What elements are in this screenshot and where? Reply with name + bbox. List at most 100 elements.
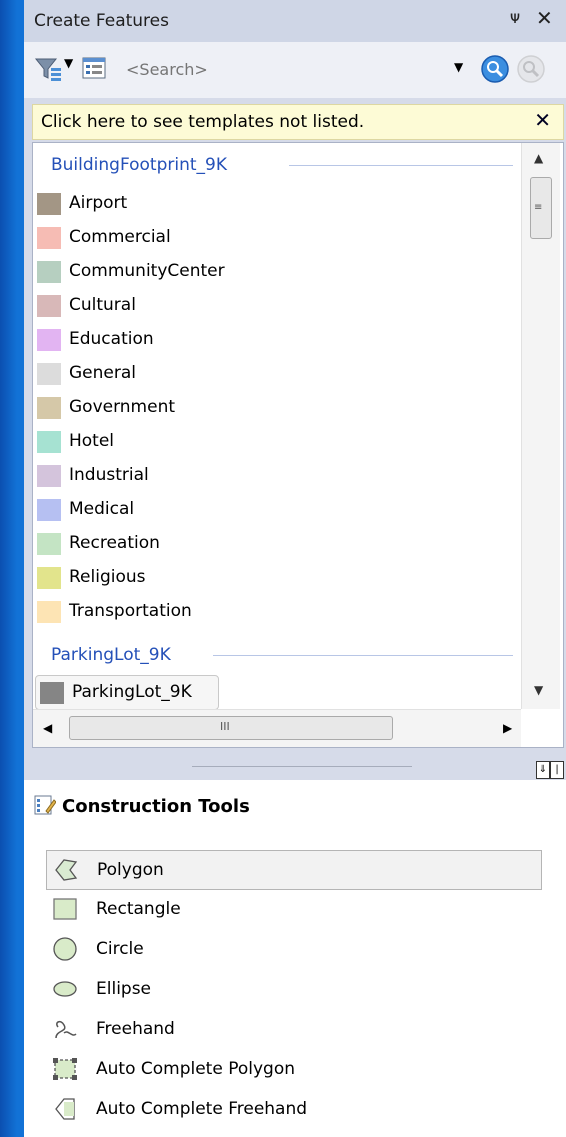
template-list: BuildingFootprint_9K Airport Commercial … (32, 142, 564, 748)
list-item[interactable]: Airport (33, 187, 519, 220)
pin-icon[interactable]: ᴪ (510, 8, 520, 28)
template-label: Government (69, 397, 176, 417)
collapse-icon[interactable]: ⇓ (536, 761, 550, 779)
tool-label: Auto Complete Freehand (96, 1099, 308, 1119)
tool-ellipse[interactable]: Ellipse (46, 970, 540, 1008)
swatch-icon (37, 601, 61, 623)
auto-complete-freehand-icon (55, 1098, 75, 1120)
horizontal-scrollbar[interactable]: ◀ III ▶ (33, 709, 521, 747)
template-label: Recreation (69, 533, 160, 553)
template-label: Airport (69, 193, 128, 213)
rectangle-icon (53, 898, 77, 920)
construction-tools-title: Construction Tools (62, 796, 250, 817)
list-item[interactable]: CommunityCenter (33, 255, 519, 288)
template-label: Industrial (69, 465, 149, 485)
create-features-panel: Create Features ᴪ ✕ ▼ ▼ (24, 0, 566, 1137)
scroll-thumb[interactable]: III (69, 716, 393, 740)
polygon-icon (55, 859, 78, 881)
template-label: Medical (69, 499, 135, 519)
list-item[interactable]: Education (33, 323, 519, 356)
scroll-thumb[interactable]: ≡ (530, 177, 552, 239)
construction-tools-icon (34, 795, 56, 815)
tool-freehand[interactable]: Freehand (46, 1010, 540, 1048)
auto-complete-polygon-icon (53, 1058, 77, 1080)
swatch-icon (37, 261, 61, 283)
list-item[interactable]: Industrial (33, 459, 519, 492)
list-item[interactable]: General (33, 357, 519, 390)
template-label: Hotel (69, 431, 115, 451)
tool-label: Circle (96, 939, 144, 959)
construction-tools-area: Construction Tools Polygon Rectangle Cir… (24, 780, 566, 1137)
swatch-icon (37, 329, 61, 351)
clear-search-icon[interactable] (516, 54, 546, 84)
list-item-selected[interactable]: ParkingLot_9K (35, 675, 219, 710)
swatch-icon (40, 682, 64, 704)
vertical-scrollbar[interactable]: ▲ ≡ ▼ (521, 143, 560, 709)
tool-auto-complete-polygon[interactable]: Auto Complete Polygon (46, 1050, 540, 1088)
list-item[interactable]: Government (33, 391, 519, 424)
magnifier-icon[interactable] (480, 54, 510, 84)
tool-label: Ellipse (96, 979, 152, 999)
swatch-icon (37, 363, 61, 385)
list-item[interactable]: Hotel (33, 425, 519, 458)
splitter-buttons[interactable]: ⇓ | (536, 757, 564, 779)
filter-templates-icon[interactable] (34, 56, 62, 82)
swatch-icon (37, 193, 61, 215)
split-icon[interactable]: | (550, 761, 564, 779)
tool-label: Freehand (96, 1019, 175, 1039)
swatch-icon (37, 227, 61, 249)
tool-label: Rectangle (96, 899, 181, 919)
infobar-text[interactable]: Click here to see templates not listed. (41, 112, 364, 132)
group-divider (213, 655, 513, 656)
search-input[interactable] (120, 52, 462, 86)
swatch-icon (37, 465, 61, 487)
swatch-icon (37, 431, 61, 453)
grip-icon: ≡ (534, 202, 543, 213)
template-label: Commercial (69, 227, 171, 247)
tool-auto-complete-freehand[interactable]: Auto Complete Freehand (46, 1090, 540, 1128)
list-item[interactable]: Religious (33, 561, 519, 594)
circle-icon (53, 937, 77, 961)
ellipse-icon (53, 981, 77, 997)
swatch-icon (37, 533, 61, 555)
list-item[interactable]: Cultural (33, 289, 519, 322)
close-icon[interactable]: ✕ (536, 6, 553, 30)
swatch-icon (37, 397, 61, 419)
templates-not-listed-bar[interactable]: Click here to see templates not listed. … (32, 104, 564, 140)
list-item[interactable]: Recreation (33, 527, 519, 560)
template-label: Transportation (69, 601, 192, 621)
grip-icon: III (220, 720, 230, 733)
tool-circle[interactable]: Circle (46, 930, 540, 968)
group-header-parkinglot: ParkingLot_9K (51, 645, 171, 665)
tool-rectangle[interactable]: Rectangle (46, 890, 540, 928)
template-label: CommunityCenter (69, 261, 225, 281)
template-label: General (69, 363, 136, 383)
close-infobar-icon[interactable]: ✕ (534, 108, 551, 132)
template-label: ParkingLot_9K (72, 682, 192, 702)
list-item[interactable]: Medical (33, 493, 519, 526)
tool-label: Polygon (97, 860, 164, 880)
template-label: Religious (69, 567, 146, 587)
organize-templates-icon[interactable] (82, 56, 106, 80)
tool-label: Auto Complete Polygon (96, 1059, 296, 1079)
list-item[interactable]: Commercial (33, 221, 519, 254)
panel-titlebar: Create Features ᴪ ✕ (24, 0, 566, 42)
list-item[interactable]: Transportation (33, 595, 519, 628)
search-dropdown-icon[interactable]: ▼ (454, 60, 463, 74)
swatch-icon (37, 295, 61, 317)
scroll-right-icon[interactable]: ▶ (503, 721, 512, 735)
scroll-left-icon[interactable]: ◀ (43, 721, 52, 735)
group-header-buildingfootprint: BuildingFootprint_9K (51, 155, 228, 175)
template-label: Cultural (69, 295, 136, 315)
group-divider (289, 165, 513, 166)
scroll-down-icon[interactable]: ▼ (534, 683, 543, 697)
swatch-icon (37, 499, 61, 521)
freehand-icon (55, 1020, 77, 1039)
panel-splitter[interactable] (192, 766, 412, 767)
tool-polygon[interactable]: Polygon (46, 850, 542, 890)
panel-title: Create Features (34, 11, 169, 31)
swatch-icon (37, 567, 61, 589)
scroll-up-icon[interactable]: ▲ (534, 151, 543, 165)
filter-dropdown-icon[interactable]: ▼ (64, 56, 73, 70)
template-label: Education (69, 329, 154, 349)
